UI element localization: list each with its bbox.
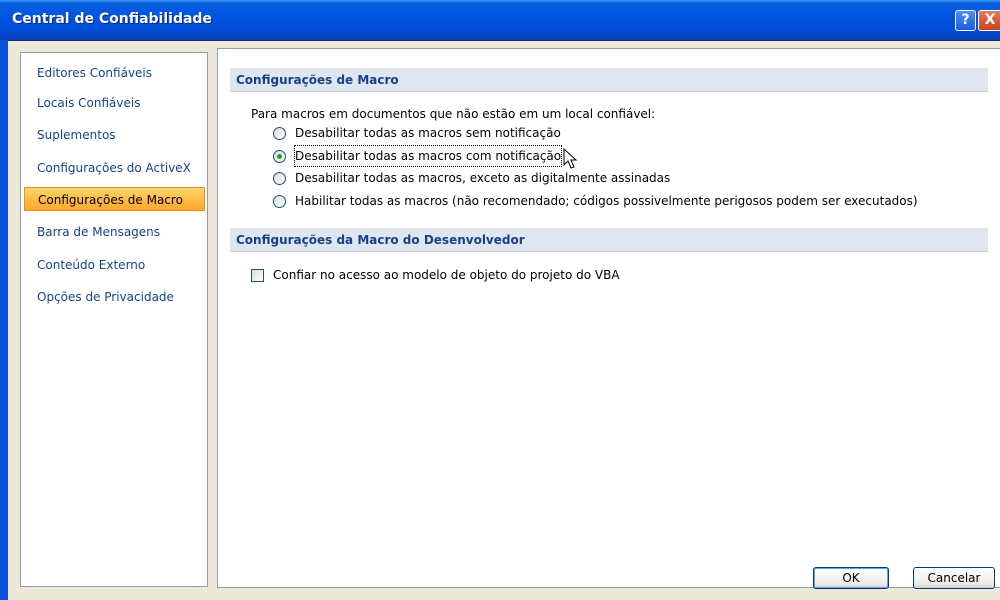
nav-item-editores-confiaveis[interactable]: Editores Confiáveis	[24, 61, 205, 85]
ok-button[interactable]: OK	[813, 567, 889, 589]
nav-item-locais-confiaveis[interactable]: Locais Confiáveis	[24, 91, 205, 115]
radio-circle[interactable]	[273, 126, 286, 140]
nav-panel: Editores Confiáveis Locais Confiáveis Su…	[20, 52, 208, 587]
radio-disable-except-signed[interactable]: Desabilitar todas as macros, exceto as d…	[273, 168, 670, 188]
radio-circle[interactable]	[273, 194, 286, 208]
radio-label: Desabilitar todas as macros, exceto as d…	[295, 171, 671, 185]
radio-label: Desabilitar todas as macros com notifica…	[293, 145, 563, 167]
cancel-button[interactable]: Cancelar	[913, 567, 995, 589]
radio-enable-all[interactable]: Habilitar todas as macros (não recomenda…	[273, 191, 918, 211]
nav-item-barra-de-mensagens[interactable]: Barra de Mensagens	[24, 220, 205, 244]
window-frame-left	[0, 40, 8, 600]
nav-item-suplementos[interactable]: Suplementos	[24, 123, 205, 147]
vba-trust-label: Confiar no acesso ao modelo de objeto do…	[273, 268, 620, 282]
help-icon: ?	[961, 12, 970, 28]
radio-circle[interactable]	[273, 171, 286, 185]
window-title: Central de Confiabilidade	[12, 11, 212, 27]
nav-item-opcoes-de-privacidade[interactable]: Opções de Privacidade	[24, 285, 205, 309]
radio-label: Desabilitar todas as macros sem notifica…	[295, 126, 561, 140]
help-button[interactable]: ?	[955, 10, 976, 31]
main-panel: Configurações de Macro Para macros em do…	[217, 48, 1000, 588]
vba-trust-checkbox-row[interactable]: Confiar no acesso ao modelo de objeto do…	[251, 265, 620, 285]
section-header-developer: Configurações da Macro do Desenvolvedor	[230, 228, 988, 252]
section-header-macro: Configurações de Macro	[230, 68, 988, 92]
close-button[interactable]: X	[978, 10, 1000, 31]
macro-intro-text: Para macros em documentos que não estão …	[251, 107, 656, 121]
radio-label: Habilitar todas as macros (não recomenda…	[295, 194, 918, 208]
radio-circle-selected[interactable]	[273, 149, 286, 163]
radio-disable-no-notification[interactable]: Desabilitar todas as macros sem notifica…	[273, 123, 561, 143]
radio-disable-with-notification[interactable]: Desabilitar todas as macros com notifica…	[273, 145, 563, 167]
mouse-cursor-icon	[563, 148, 578, 169]
nav-item-configuracoes-de-macro[interactable]: Configurações de Macro	[24, 187, 205, 211]
nav-item-activex[interactable]: Configurações do ActiveX	[24, 156, 205, 180]
nav-item-conteudo-externo[interactable]: Conteúdo Externo	[24, 253, 205, 277]
vba-trust-checkbox[interactable]	[251, 268, 264, 282]
close-icon: X	[984, 12, 996, 28]
title-bar: Central de Confiabilidade ? X	[0, 0, 1000, 41]
